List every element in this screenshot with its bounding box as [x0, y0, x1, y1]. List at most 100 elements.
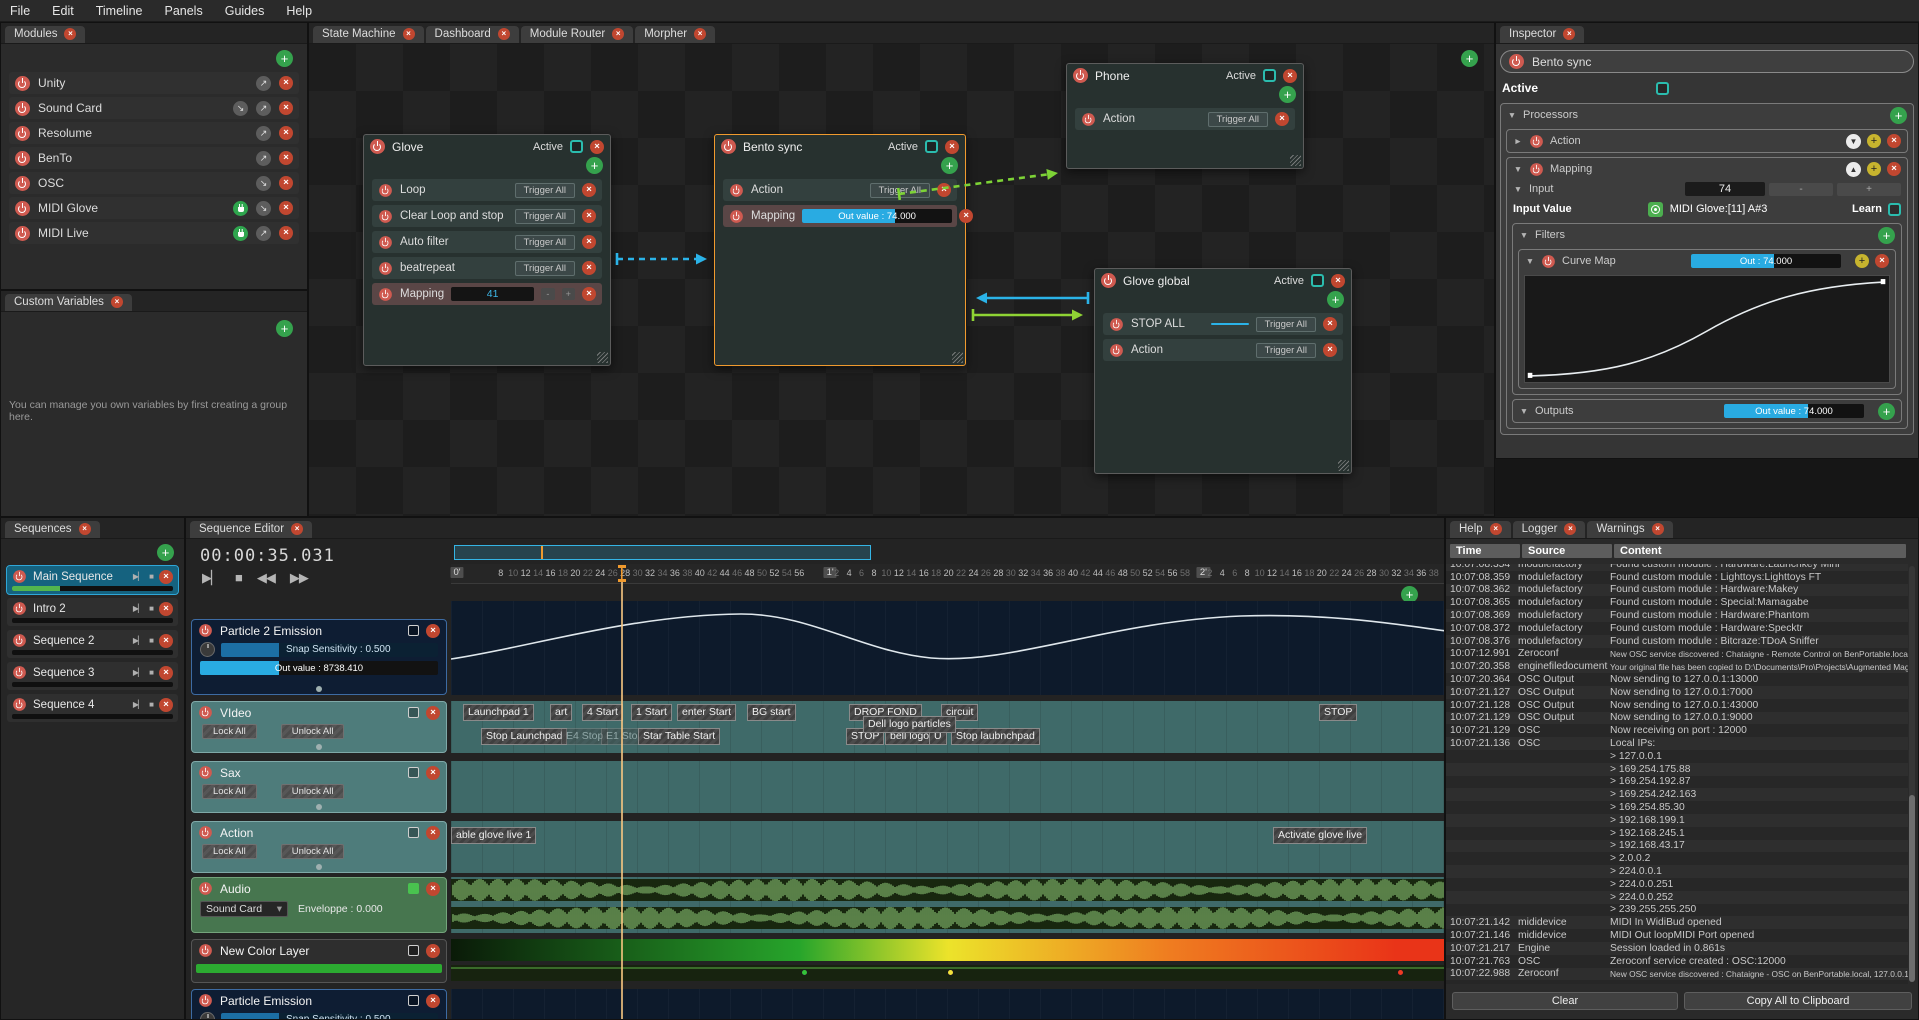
color-keyframe-3[interactable] — [1397, 969, 1404, 976]
close-icon[interactable]: × — [159, 666, 173, 680]
add-yellow-icon[interactable]: + — [1855, 254, 1869, 268]
layer-card-video[interactable]: VIdeo×Lock AllUnlock All — [191, 701, 447, 753]
layer-card-new-color-layer[interactable]: New Color Layer× — [191, 939, 447, 983]
layer-checkbox[interactable] — [408, 767, 419, 778]
power-icon[interactable] — [379, 236, 392, 249]
layer-checkbox[interactable] — [408, 883, 419, 894]
layer-header[interactable]: VIdeo× — [192, 702, 446, 723]
close-icon[interactable]: × — [498, 28, 510, 40]
add-yellow-icon[interactable]: + — [1867, 162, 1881, 176]
play-next-icon[interactable]: ▶▏ — [133, 572, 143, 581]
close-icon[interactable]: × — [159, 570, 173, 584]
sequence-item-sequence-3[interactable]: Sequence 3▶▏■× — [7, 662, 178, 690]
resize-grip[interactable] — [1338, 460, 1349, 471]
node-header[interactable]: GloveActive× — [364, 135, 610, 156]
node-header[interactable]: Bento syncActive× — [715, 135, 965, 156]
arrow-up-icon[interactable]: ↗ — [256, 226, 271, 241]
timeline-ruler[interactable]: 0'81012141618202224262830323436384042444… — [451, 564, 1445, 584]
track-particle-2-emission[interactable] — [451, 601, 1445, 695]
power-icon[interactable] — [199, 706, 212, 719]
arrow-up-icon[interactable]: ↗ — [256, 126, 271, 141]
tab-dashboard[interactable]: Dashboard× — [426, 26, 519, 43]
arrow-down-icon[interactable]: ↘ — [233, 101, 248, 116]
command-row-stop-all[interactable]: STOP ALLTrigger All× — [1103, 313, 1343, 335]
playhead-line[interactable] — [621, 582, 623, 1020]
power-icon[interactable] — [379, 262, 392, 275]
trigger-clip-1-start[interactable]: 1 Start — [631, 704, 672, 721]
close-icon[interactable]: × — [279, 151, 293, 165]
close-icon[interactable]: × — [590, 140, 604, 154]
logger-scrollbar[interactable] — [1909, 566, 1915, 982]
playhead-handle[interactable] — [618, 565, 626, 582]
power-icon[interactable] — [13, 698, 26, 711]
layer-header[interactable]: Particle 2 Emission× — [192, 620, 446, 641]
add-button[interactable]: + — [1890, 107, 1907, 124]
drag-handle[interactable] — [316, 804, 322, 810]
add-button[interactable]: + — [276, 320, 293, 337]
close-icon[interactable]: × — [279, 201, 293, 215]
add-button[interactable]: + — [1279, 86, 1296, 103]
add-button[interactable]: + — [586, 157, 603, 174]
stop-icon[interactable]: ■ — [149, 604, 153, 613]
trigger-all-button[interactable]: Trigger All — [1208, 112, 1268, 127]
tab-sequences[interactable]: Sequences× — [5, 521, 100, 538]
close-icon[interactable]: × — [64, 28, 76, 40]
active-checkbox[interactable] — [570, 140, 583, 153]
node-glove-global[interactable]: Glove globalActive×+STOP ALLTrigger All×… — [1094, 268, 1352, 474]
command-row-action[interactable]: ActionTrigger All× — [1103, 339, 1343, 361]
menu-help[interactable]: Help — [286, 4, 324, 18]
node-header[interactable]: PhoneActive× — [1067, 64, 1303, 85]
power-icon[interactable] — [15, 126, 30, 141]
close-icon[interactable]: × — [582, 235, 596, 249]
tab-logger[interactable]: Logger× — [1513, 521, 1586, 538]
lock-all-button[interactable]: Lock All — [202, 784, 257, 799]
chevron-down-icon[interactable]: ▼ — [1519, 406, 1529, 416]
stop-icon[interactable]: ■ — [149, 572, 153, 581]
trigger-all-button[interactable]: Trigger All — [515, 183, 575, 198]
power-icon[interactable] — [730, 184, 743, 197]
arrow-down-icon[interactable]: ↘ — [256, 176, 271, 191]
close-icon[interactable]: × — [111, 296, 123, 308]
add-button[interactable]: + — [276, 50, 293, 67]
command-row-clear-loop-and-stop[interactable]: Clear Loop and stopTrigger All× — [372, 205, 602, 227]
close-icon[interactable]: × — [1331, 274, 1345, 288]
arrow-up-icon[interactable]: ↗ — [256, 151, 271, 166]
decrement-button[interactable]: - — [541, 288, 554, 300]
power-icon[interactable] — [721, 139, 736, 154]
power-icon[interactable] — [13, 602, 26, 615]
close-icon[interactable]: × — [694, 28, 706, 40]
sequence-item-sequence-2[interactable]: Sequence 2▶▏■× — [7, 630, 178, 658]
module-item-midi-glove[interactable]: MIDI Glove↘× — [9, 197, 299, 219]
chevron-down-icon[interactable]: ▼ — [1519, 230, 1529, 240]
layer-header[interactable]: New Color Layer× — [192, 940, 446, 961]
play-next-icon[interactable]: ▶▏ — [133, 604, 143, 613]
knob-icon[interactable] — [200, 1012, 215, 1020]
menu-guides[interactable]: Guides — [225, 4, 277, 18]
module-item-resolume[interactable]: Resolume↗× — [9, 122, 299, 144]
module-item-osc[interactable]: OSC↘× — [9, 172, 299, 194]
node-glove[interactable]: GloveActive×+LoopTrigger All×Clear Loop … — [363, 134, 611, 366]
input-value-box[interactable]: 74 — [1685, 182, 1765, 196]
command-row-action[interactable]: ActionTrigger All× — [723, 179, 957, 201]
tab-warnings[interactable]: Warnings× — [1587, 521, 1672, 538]
copy-all-button[interactable]: Copy All to Clipboard — [1684, 992, 1912, 1010]
command-row-beatrepeat[interactable]: beatrepeatTrigger All× — [372, 257, 602, 279]
power-icon[interactable] — [1509, 54, 1524, 69]
close-icon[interactable]: × — [1323, 317, 1337, 331]
add-yellow-icon[interactable]: + — [1867, 134, 1881, 148]
color-keyframe-1[interactable] — [801, 969, 808, 976]
color-keyframe-2[interactable] — [947, 969, 954, 976]
curve-map-header[interactable]: ▼Curve MapOut : 74.000+× — [1520, 251, 1894, 271]
trigger-clip-art[interactable]: art — [550, 704, 572, 721]
node-canvas[interactable]: +GloveActive×+LoopTrigger All×Clear Loop… — [309, 44, 1494, 516]
active-checkbox[interactable] — [1311, 274, 1324, 287]
stop-button[interactable]: ■ — [235, 570, 242, 586]
tab-modules[interactable]: Modules× — [5, 26, 85, 43]
power-icon[interactable] — [199, 766, 212, 779]
close-icon[interactable]: × — [612, 28, 624, 40]
trigger-all-button[interactable]: Trigger All — [870, 183, 930, 198]
layer-checkbox[interactable] — [408, 625, 419, 636]
power-icon[interactable] — [13, 634, 26, 647]
track-action[interactable]: able glove live 1Activate glove live — [451, 821, 1445, 873]
out-value-bar[interactable]: Out value : 74.000 — [802, 209, 952, 223]
